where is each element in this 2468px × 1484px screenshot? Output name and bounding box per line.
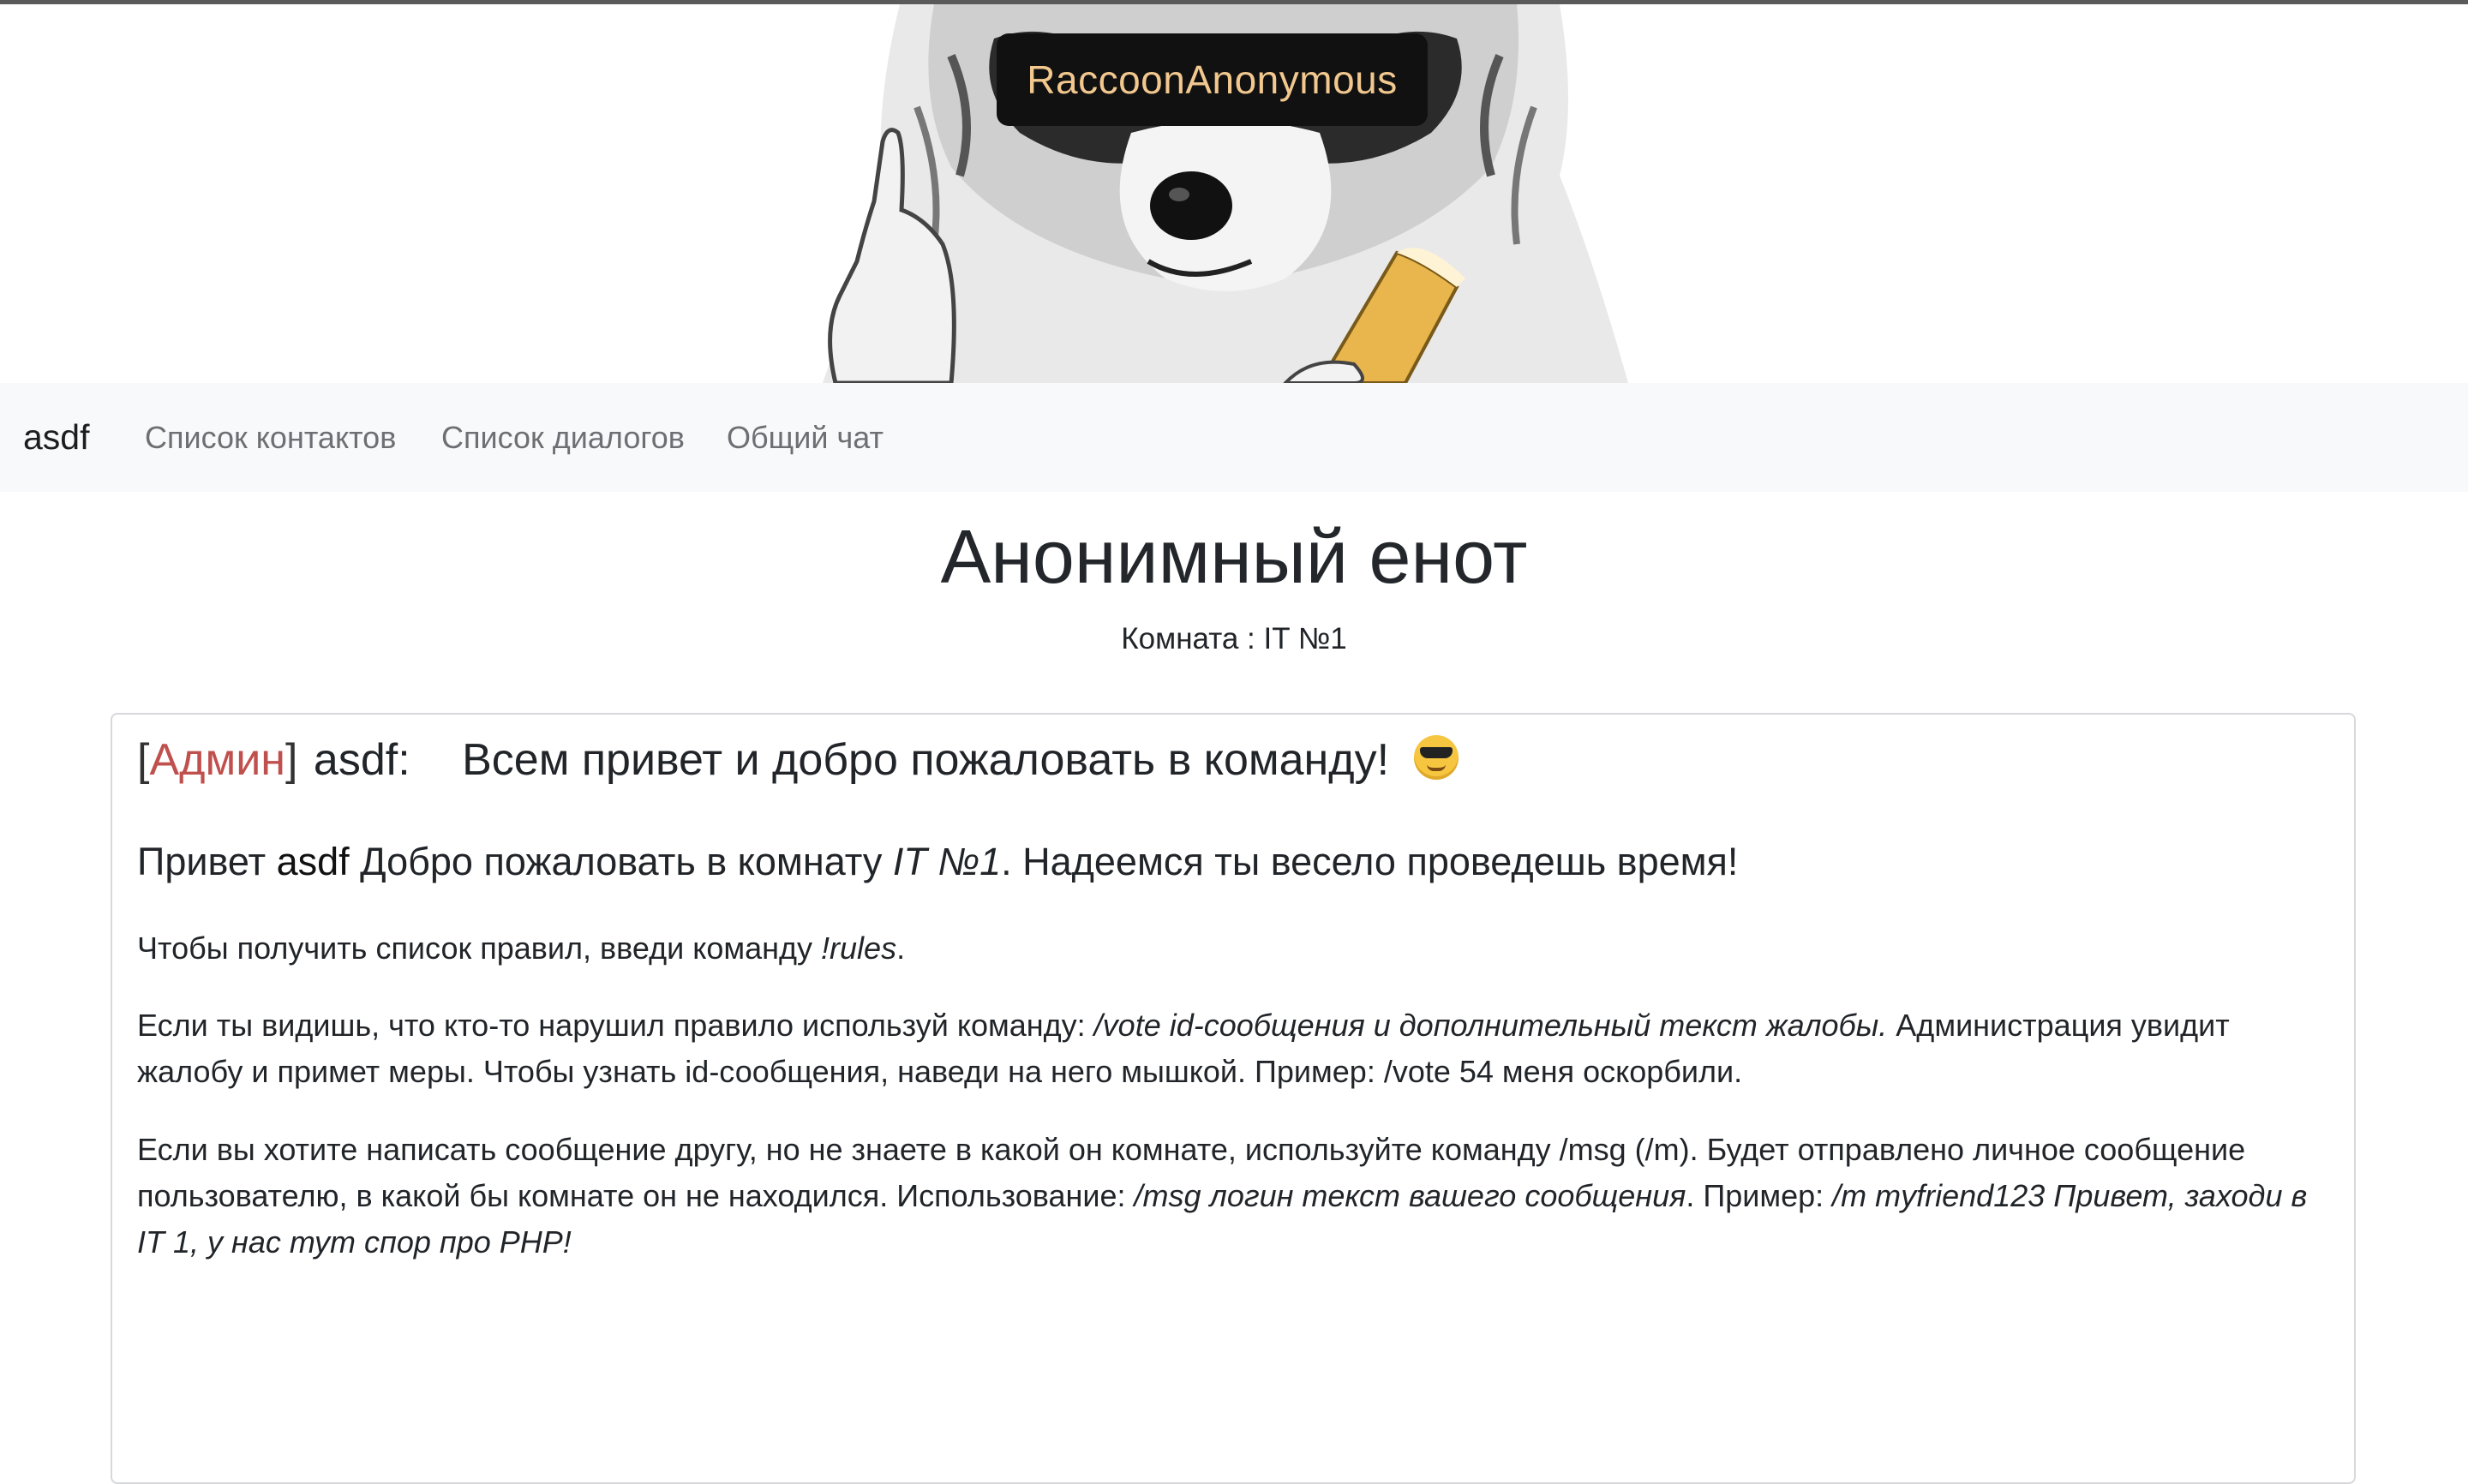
rules-text: Чтобы получить список правил, введи кома… (137, 930, 822, 966)
page-title: Анонимный енот (940, 514, 1528, 599)
vote-command: /vote id-сообщения и дополнительный текс… (1093, 1008, 1888, 1043)
greeting-rest: . Надеемся ты весело проведешь время! (1001, 840, 1739, 883)
msg-hint: Если вы хотите написать сообщение другу,… (137, 1127, 2331, 1266)
chat-messages-panel[interactable]: [Админ] asdf: Всем привет и добро пожало… (111, 713, 2356, 1484)
navbar: asdf Список контактов Список диалогов Об… (0, 383, 2468, 492)
greeting-room: IT №1 (892, 840, 1002, 883)
nav-link-general-chat[interactable]: Общий чат (727, 383, 884, 492)
header-banner: RaccoonAnonymous (0, 4, 2468, 383)
message-text: Всем привет и добро пожаловать в команду… (462, 735, 1390, 785)
room-name: Комната : IT №1 (1121, 622, 1347, 655)
sunglasses-emoji-icon (1413, 735, 1459, 780)
site-brand-badge[interactable]: RaccoonAnonymous (997, 33, 1428, 126)
nav-link-dialogs[interactable]: Список диалогов (441, 383, 685, 492)
greeting-hello: Привет (137, 840, 277, 883)
nav-username[interactable]: asdf (23, 383, 90, 492)
rules-end: . (896, 930, 906, 966)
nav-link-contacts[interactable]: Список контактов (145, 383, 396, 492)
rules-hint: Чтобы получить список правил, введи кома… (137, 925, 2331, 972)
welcome-greeting: Привет asdf Добро пожаловать в комнату I… (137, 835, 2331, 889)
msg-example-label: . Пример: (1686, 1178, 1833, 1213)
message-author[interactable]: asdf: (314, 735, 410, 785)
role-bracket-close: ] (285, 735, 298, 785)
greeting-username: asdf (276, 840, 350, 883)
rules-command: !rules (821, 930, 897, 966)
msg-usage: /msg логин текст вашего сообщения (1134, 1178, 1686, 1213)
admin-role-label: Админ (149, 735, 285, 785)
message-header: [Админ] asdf: Всем привет и добро пожало… (137, 728, 1459, 792)
vote-text: Если ты видишь, что кто-то нарушил прави… (137, 1008, 1094, 1043)
role-bracket-open: [ (137, 735, 150, 785)
vote-hint: Если ты видишь, что кто-то нарушил прави… (137, 1002, 2331, 1095)
greeting-welcome: Добро пожаловать в комнату (349, 840, 893, 883)
